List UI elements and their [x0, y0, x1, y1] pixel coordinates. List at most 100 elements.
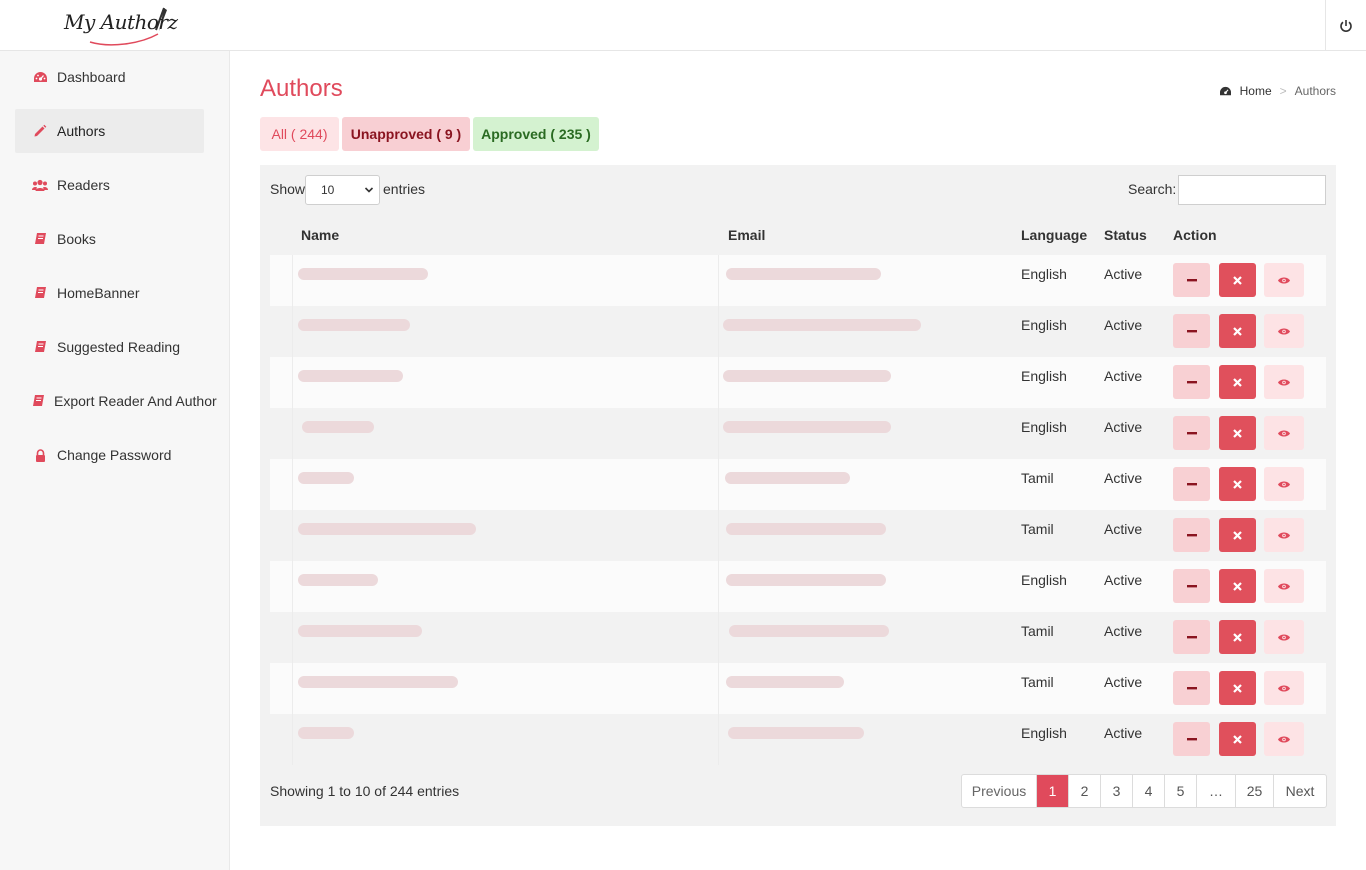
sidebar-item-change-password[interactable]: Change Password [15, 433, 204, 477]
sidebar-item-suggested-reading[interactable]: Suggested Reading [15, 325, 204, 369]
book-icon [32, 231, 48, 247]
pagination-page-1[interactable]: 1 [1037, 775, 1069, 807]
cell-language: Tamil [1021, 470, 1054, 486]
logo[interactable]: My Authorz [60, 4, 178, 48]
column-header-name[interactable]: Name [301, 227, 339, 243]
book-icon [32, 393, 45, 409]
disapprove-button[interactable] [1173, 314, 1210, 348]
cell-status: Active [1104, 368, 1143, 384]
delete-button[interactable] [1219, 671, 1256, 705]
pagination-page-2[interactable]: 2 [1069, 775, 1101, 807]
redacted-email [723, 370, 891, 382]
column-header-email[interactable]: Email [728, 227, 765, 243]
column-divider [292, 459, 293, 510]
sidebar-item-homebanner[interactable]: HomeBanner [15, 271, 204, 315]
eye-icon [1278, 481, 1290, 487]
filter-unapproved-button[interactable]: Unapproved ( 9 ) [342, 117, 470, 151]
pagination-next[interactable]: Next [1274, 775, 1326, 807]
redacted-email [726, 523, 886, 535]
page-size-select[interactable]: 10 [305, 175, 380, 205]
delete-button[interactable] [1219, 722, 1256, 756]
sidebar-item-export[interactable]: Export Reader And Author [15, 379, 217, 423]
minus-icon [1186, 737, 1197, 740]
close-icon [1233, 734, 1242, 744]
pagination-page-4[interactable]: 4 [1133, 775, 1165, 807]
disapprove-button[interactable] [1173, 467, 1210, 501]
delete-button[interactable] [1219, 518, 1256, 552]
disapprove-button[interactable] [1173, 722, 1210, 756]
column-divider [718, 459, 719, 510]
disapprove-button[interactable] [1173, 416, 1210, 450]
disapprove-button[interactable] [1173, 263, 1210, 297]
view-button[interactable] [1264, 722, 1304, 756]
eye-icon [1278, 328, 1290, 334]
sidebar-item-readers[interactable]: Readers [15, 163, 204, 207]
column-divider [718, 408, 719, 459]
redacted-email [725, 472, 850, 484]
pagination-page-5[interactable]: 5 [1165, 775, 1197, 807]
pagination-page-25[interactable]: 25 [1236, 775, 1274, 807]
redacted-name [298, 319, 410, 331]
delete-button[interactable] [1219, 467, 1256, 501]
disapprove-button[interactable] [1173, 518, 1210, 552]
disapprove-button[interactable] [1173, 569, 1210, 603]
column-divider [292, 306, 293, 357]
redacted-name [298, 523, 476, 535]
delete-button[interactable] [1219, 620, 1256, 654]
cell-status: Active [1104, 470, 1143, 486]
book-icon [32, 285, 48, 301]
eye-icon [1278, 277, 1290, 283]
cell-language: English [1021, 572, 1067, 588]
sidebar-item-label: Export Reader And Author [54, 393, 217, 409]
view-button[interactable] [1264, 671, 1304, 705]
pagination-page-3[interactable]: 3 [1101, 775, 1133, 807]
view-button[interactable] [1264, 314, 1304, 348]
view-button[interactable] [1264, 569, 1304, 603]
logout-button[interactable] [1325, 0, 1366, 51]
cell-language: English [1021, 368, 1067, 384]
search-label: Search: [1128, 181, 1177, 197]
cell-language: English [1021, 725, 1067, 741]
disapprove-button[interactable] [1173, 365, 1210, 399]
filter-all-button[interactable]: All ( 244) [260, 117, 339, 151]
pencil-icon [32, 123, 48, 139]
sidebar-item-dashboard[interactable]: Dashboard [15, 55, 204, 99]
column-header-status[interactable]: Status [1104, 227, 1147, 243]
cell-status: Active [1104, 266, 1143, 282]
redacted-name [298, 574, 378, 586]
redacted-name [298, 472, 354, 484]
minus-icon [1186, 431, 1197, 434]
sidebar-item-label: Change Password [57, 447, 172, 463]
view-button[interactable] [1264, 620, 1304, 654]
delete-button[interactable] [1219, 314, 1256, 348]
sidebar-item-books[interactable]: Books [15, 217, 204, 261]
table-row: English Active [270, 357, 1326, 408]
delete-button[interactable] [1219, 365, 1256, 399]
cell-status: Active [1104, 725, 1143, 741]
column-divider [718, 561, 719, 612]
view-button[interactable] [1264, 416, 1304, 450]
view-button[interactable] [1264, 518, 1304, 552]
redacted-name [298, 676, 458, 688]
delete-button[interactable] [1219, 569, 1256, 603]
close-icon [1233, 479, 1242, 489]
delete-button[interactable] [1219, 416, 1256, 450]
breadcrumb-home-link[interactable]: Home [1240, 84, 1272, 98]
redacted-email [726, 268, 881, 280]
disapprove-button[interactable] [1173, 620, 1210, 654]
disapprove-button[interactable] [1173, 671, 1210, 705]
column-divider [292, 561, 293, 612]
column-header-language[interactable]: Language [1021, 227, 1087, 243]
search-input[interactable] [1178, 175, 1326, 205]
filter-approved-button[interactable]: Approved ( 235 ) [473, 117, 599, 151]
sidebar-item-authors[interactable]: Authors [15, 109, 204, 153]
view-button[interactable] [1264, 467, 1304, 501]
column-divider [292, 255, 293, 306]
view-button[interactable] [1264, 263, 1304, 297]
view-button[interactable] [1264, 365, 1304, 399]
cell-language: English [1021, 317, 1067, 333]
pagination-previous[interactable]: Previous [962, 775, 1037, 807]
dashboard-icon [1219, 86, 1232, 97]
delete-button[interactable] [1219, 263, 1256, 297]
page-title: Authors [260, 75, 343, 102]
